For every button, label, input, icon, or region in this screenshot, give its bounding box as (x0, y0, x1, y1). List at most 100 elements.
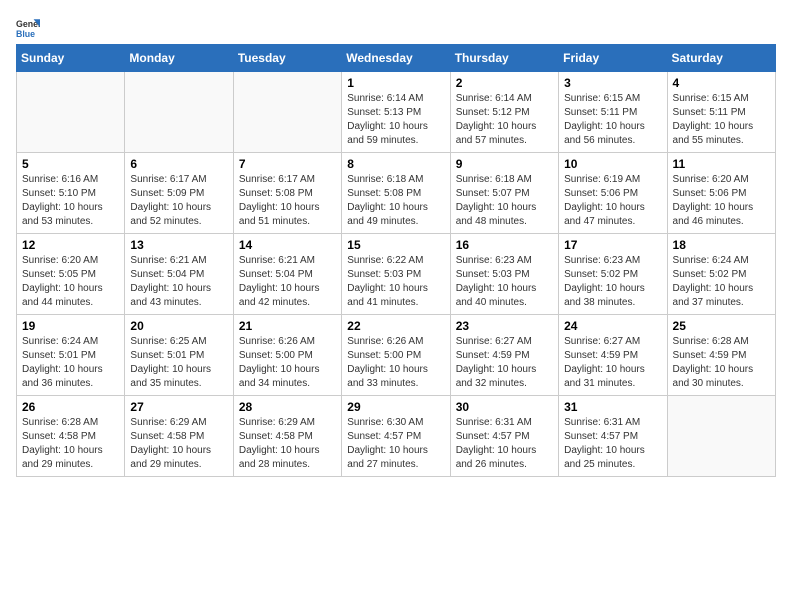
day-info: Sunrise: 6:30 AM Sunset: 4:57 PM Dayligh… (347, 416, 444, 472)
calendar-cell: 4 Sunrise: 6:15 AM Sunset: 5:11 PM Daylig… (667, 72, 775, 153)
calendar-cell: 10 Sunrise: 6:19 AM Sunset: 5:06 PM Dayli… (559, 153, 667, 234)
day-number: 19 (22, 319, 119, 333)
calendar-table: SundayMondayTuesdayWednesdayThursdayFrid… (16, 44, 776, 477)
day-info: Sunrise: 6:29 AM Sunset: 4:58 PM Dayligh… (239, 416, 336, 472)
day-info: Sunrise: 6:23 AM Sunset: 5:03 PM Dayligh… (456, 254, 553, 310)
day-info: Sunrise: 6:28 AM Sunset: 4:59 PM Dayligh… (673, 335, 770, 391)
logo: General Blue (16, 16, 40, 40)
day-number: 20 (130, 319, 227, 333)
day-info: Sunrise: 6:17 AM Sunset: 5:08 PM Dayligh… (239, 173, 336, 229)
calendar-cell: 3 Sunrise: 6:15 AM Sunset: 5:11 PM Daylig… (559, 72, 667, 153)
calendar-cell: 23 Sunrise: 6:27 AM Sunset: 4:59 PM Dayli… (450, 315, 558, 396)
day-info: Sunrise: 6:26 AM Sunset: 5:00 PM Dayligh… (347, 335, 444, 391)
calendar-header-saturday: Saturday (667, 45, 775, 72)
logo-icon: General Blue (16, 16, 40, 40)
calendar-cell: 20 Sunrise: 6:25 AM Sunset: 5:01 PM Dayli… (125, 315, 233, 396)
day-info: Sunrise: 6:21 AM Sunset: 5:04 PM Dayligh… (239, 254, 336, 310)
day-info: Sunrise: 6:24 AM Sunset: 5:01 PM Dayligh… (22, 335, 119, 391)
calendar-cell: 13 Sunrise: 6:21 AM Sunset: 5:04 PM Dayli… (125, 234, 233, 315)
day-number: 10 (564, 157, 661, 171)
day-number: 29 (347, 400, 444, 414)
calendar-cell: 17 Sunrise: 6:23 AM Sunset: 5:02 PM Dayli… (559, 234, 667, 315)
day-number: 8 (347, 157, 444, 171)
day-number: 22 (347, 319, 444, 333)
calendar-header-friday: Friday (559, 45, 667, 72)
header: General Blue (16, 16, 776, 40)
day-info: Sunrise: 6:25 AM Sunset: 5:01 PM Dayligh… (130, 335, 227, 391)
svg-text:Blue: Blue (16, 29, 35, 39)
calendar-cell: 14Sunrise: 6:21 AM Sunset: 5:04 PM Dayli… (233, 234, 341, 315)
calendar-header-thursday: Thursday (450, 45, 558, 72)
day-number: 27 (130, 400, 227, 414)
day-info: Sunrise: 6:24 AM Sunset: 5:02 PM Dayligh… (673, 254, 770, 310)
day-number: 15 (347, 238, 444, 252)
calendar-cell: 12 Sunrise: 6:20 AM Sunset: 5:05 PM Dayli… (17, 234, 125, 315)
calendar-header-tuesday: Tuesday (233, 45, 341, 72)
calendar-cell: 26 Sunrise: 6:28 AM Sunset: 4:58 PM Dayli… (17, 396, 125, 477)
calendar-cell: 28 Sunrise: 6:29 AM Sunset: 4:58 PM Dayli… (233, 396, 341, 477)
calendar-cell: 1 Sunrise: 6:14 AM Sunset: 5:13 PM Daylig… (342, 72, 450, 153)
day-info: Sunrise: 6:15 AM Sunset: 5:11 PM Dayligh… (673, 92, 770, 148)
calendar-cell: 9 Sunrise: 6:18 AM Sunset: 5:07 PM Daylig… (450, 153, 558, 234)
calendar-cell: 15 Sunrise: 6:22 AM Sunset: 5:03 PM Dayli… (342, 234, 450, 315)
calendar-cell: 29 Sunrise: 6:30 AM Sunset: 4:57 PM Dayli… (342, 396, 450, 477)
day-info: Sunrise: 6:20 AM Sunset: 5:05 PM Dayligh… (22, 254, 119, 310)
day-number: 12 (22, 238, 119, 252)
day-number: 1 (347, 76, 444, 90)
calendar-cell: 5Sunrise: 6:16 AM Sunset: 5:10 PM Daylig… (17, 153, 125, 234)
day-info: Sunrise: 6:18 AM Sunset: 5:08 PM Dayligh… (347, 173, 444, 229)
calendar-cell: 22 Sunrise: 6:26 AM Sunset: 5:00 PM Dayli… (342, 315, 450, 396)
day-number: 9 (456, 157, 553, 171)
calendar-cell: 8 Sunrise: 6:18 AM Sunset: 5:08 PM Daylig… (342, 153, 450, 234)
calendar-cell: 2 Sunrise: 6:14 AM Sunset: 5:12 PM Daylig… (450, 72, 558, 153)
day-number: 18 (673, 238, 770, 252)
day-number: 7 (239, 157, 336, 171)
day-info: Sunrise: 6:31 AM Sunset: 4:57 PM Dayligh… (564, 416, 661, 472)
calendar-header-monday: Monday (125, 45, 233, 72)
day-info: Sunrise: 6:19 AM Sunset: 5:06 PM Dayligh… (564, 173, 661, 229)
calendar-week-row: 19 Sunrise: 6:24 AM Sunset: 5:01 PM Dayli… (17, 315, 776, 396)
calendar-week-row: 5Sunrise: 6:16 AM Sunset: 5:10 PM Daylig… (17, 153, 776, 234)
day-number: 13 (130, 238, 227, 252)
day-number: 4 (673, 76, 770, 90)
day-number: 2 (456, 76, 553, 90)
calendar-cell: 27 Sunrise: 6:29 AM Sunset: 4:58 PM Dayli… (125, 396, 233, 477)
day-number: 17 (564, 238, 661, 252)
day-info: Sunrise: 6:15 AM Sunset: 5:11 PM Dayligh… (564, 92, 661, 148)
calendar-cell: 21Sunrise: 6:26 AM Sunset: 5:00 PM Dayli… (233, 315, 341, 396)
day-number: 28 (239, 400, 336, 414)
calendar-week-row: 1 Sunrise: 6:14 AM Sunset: 5:13 PM Daylig… (17, 72, 776, 153)
day-number: 3 (564, 76, 661, 90)
day-info: Sunrise: 6:29 AM Sunset: 4:58 PM Dayligh… (130, 416, 227, 472)
day-info: Sunrise: 6:27 AM Sunset: 4:59 PM Dayligh… (456, 335, 553, 391)
calendar-cell: 6Sunrise: 6:17 AM Sunset: 5:09 PM Daylig… (125, 153, 233, 234)
calendar-cell: 16 Sunrise: 6:23 AM Sunset: 5:03 PM Dayli… (450, 234, 558, 315)
day-info: Sunrise: 6:22 AM Sunset: 5:03 PM Dayligh… (347, 254, 444, 310)
day-number: 25 (673, 319, 770, 333)
calendar-week-row: 12 Sunrise: 6:20 AM Sunset: 5:05 PM Dayli… (17, 234, 776, 315)
calendar-cell (233, 72, 341, 153)
day-number: 6 (130, 157, 227, 171)
day-info: Sunrise: 6:18 AM Sunset: 5:07 PM Dayligh… (456, 173, 553, 229)
day-info: Sunrise: 6:23 AM Sunset: 5:02 PM Dayligh… (564, 254, 661, 310)
day-info: Sunrise: 6:21 AM Sunset: 5:04 PM Dayligh… (130, 254, 227, 310)
day-info: Sunrise: 6:28 AM Sunset: 4:58 PM Dayligh… (22, 416, 119, 472)
day-info: Sunrise: 6:14 AM Sunset: 5:12 PM Dayligh… (456, 92, 553, 148)
calendar-cell (17, 72, 125, 153)
day-number: 23 (456, 319, 553, 333)
day-number: 31 (564, 400, 661, 414)
day-number: 26 (22, 400, 119, 414)
day-info: Sunrise: 6:14 AM Sunset: 5:13 PM Dayligh… (347, 92, 444, 148)
day-info: Sunrise: 6:27 AM Sunset: 4:59 PM Dayligh… (564, 335, 661, 391)
calendar-cell: 11Sunrise: 6:20 AM Sunset: 5:06 PM Dayli… (667, 153, 775, 234)
calendar-cell (667, 396, 775, 477)
day-number: 5 (22, 157, 119, 171)
calendar-week-row: 26 Sunrise: 6:28 AM Sunset: 4:58 PM Dayli… (17, 396, 776, 477)
day-number: 21 (239, 319, 336, 333)
calendar-cell: 30Sunrise: 6:31 AM Sunset: 4:57 PM Dayli… (450, 396, 558, 477)
calendar-cell: 31 Sunrise: 6:31 AM Sunset: 4:57 PM Dayli… (559, 396, 667, 477)
day-number: 16 (456, 238, 553, 252)
calendar-cell: 25 Sunrise: 6:28 AM Sunset: 4:59 PM Dayli… (667, 315, 775, 396)
day-info: Sunrise: 6:20 AM Sunset: 5:06 PM Dayligh… (673, 173, 770, 229)
day-number: 30 (456, 400, 553, 414)
